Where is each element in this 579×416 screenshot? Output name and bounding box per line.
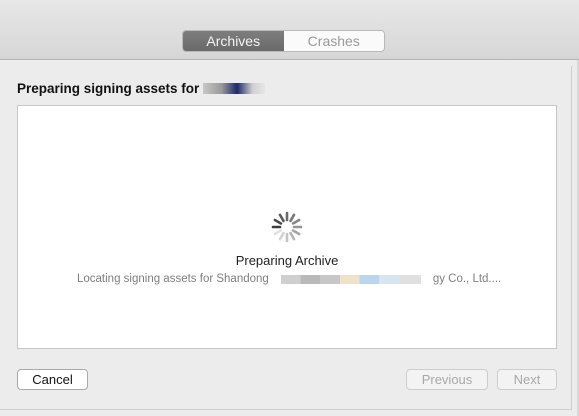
organizer-tab-control: Archives Crashes (182, 30, 385, 52)
organizer-window: Archives Crashes Preparing signing asset… (0, 0, 579, 416)
redacted-company-name (280, 274, 421, 284)
progress-panel: Preparing Archive Locating signing asset… (17, 105, 557, 349)
tab-archives[interactable]: Archives (183, 31, 284, 51)
status-detail-suffix: gy Co., Ltd.... (432, 273, 502, 285)
status-title: Preparing Archive (235, 253, 339, 268)
tab-crashes[interactable]: Crashes (284, 31, 385, 51)
previous-button[interactable]: Previous (406, 369, 488, 390)
status-detail: Locating signing assets for Shandong gy C… (77, 273, 501, 285)
progress-spinner-icon (271, 211, 303, 243)
status-detail-prefix: Locating signing assets for Shandong (77, 273, 269, 285)
toolbar: Archives Crashes (0, 0, 579, 60)
archive-sheet: Preparing signing assets for Preparing A… (0, 66, 572, 410)
sheet-title: Preparing signing assets for (17, 81, 266, 96)
sheet-title-text: Preparing signing assets for (17, 81, 200, 96)
next-button[interactable]: Next (497, 369, 557, 390)
cancel-button[interactable]: Cancel (17, 369, 88, 390)
redacted-app-name (203, 83, 266, 94)
